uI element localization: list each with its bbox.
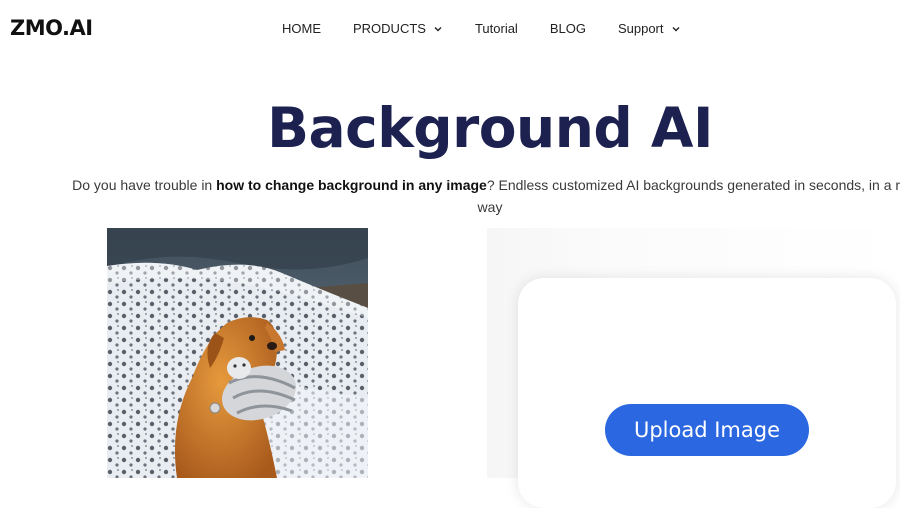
nav-home-label: HOME	[282, 21, 321, 36]
example-dog-photo	[107, 228, 368, 478]
upload-card[interactable]	[518, 278, 896, 508]
nav-tutorial[interactable]: Tutorial	[475, 21, 518, 36]
subtitle-highlight: how to change background in any image	[216, 177, 487, 193]
subtitle-suffix: ? Endless customized AI backgrounds gene…	[486, 177, 900, 193]
nav-blog[interactable]: BLOG	[550, 21, 586, 36]
site-logo[interactable]: ZMO.AI	[10, 16, 93, 40]
chevron-down-icon	[672, 26, 679, 31]
nav-support-label: Support	[617, 21, 664, 36]
main-nav: HOME PRODUCTS Tutorial BLOG Support	[282, 21, 681, 36]
nav-tutorial-label: Tutorial	[474, 21, 518, 36]
dog-snow-image	[107, 228, 368, 478]
hero-subtitle: Do you have trouble in how to change bac…	[0, 174, 900, 218]
upload-image-button[interactable]: Upload Image	[605, 404, 809, 456]
subtitle-line2: way	[477, 199, 503, 215]
nav-support[interactable]: Support	[618, 21, 681, 36]
subtitle-prefix: Do you have trouble in	[72, 177, 217, 193]
chevron-down-icon	[434, 26, 442, 31]
nav-products-label: PRODUCTS	[353, 21, 426, 36]
page-title: Background AI	[267, 96, 713, 160]
nav-home[interactable]: HOME	[282, 21, 321, 36]
site-header: ZMO.AI HOME PRODUCTS Tutorial BLOG Suppo…	[0, 0, 900, 58]
nav-blog-label: BLOG	[549, 21, 586, 36]
nav-products[interactable]: PRODUCTS	[353, 21, 443, 36]
